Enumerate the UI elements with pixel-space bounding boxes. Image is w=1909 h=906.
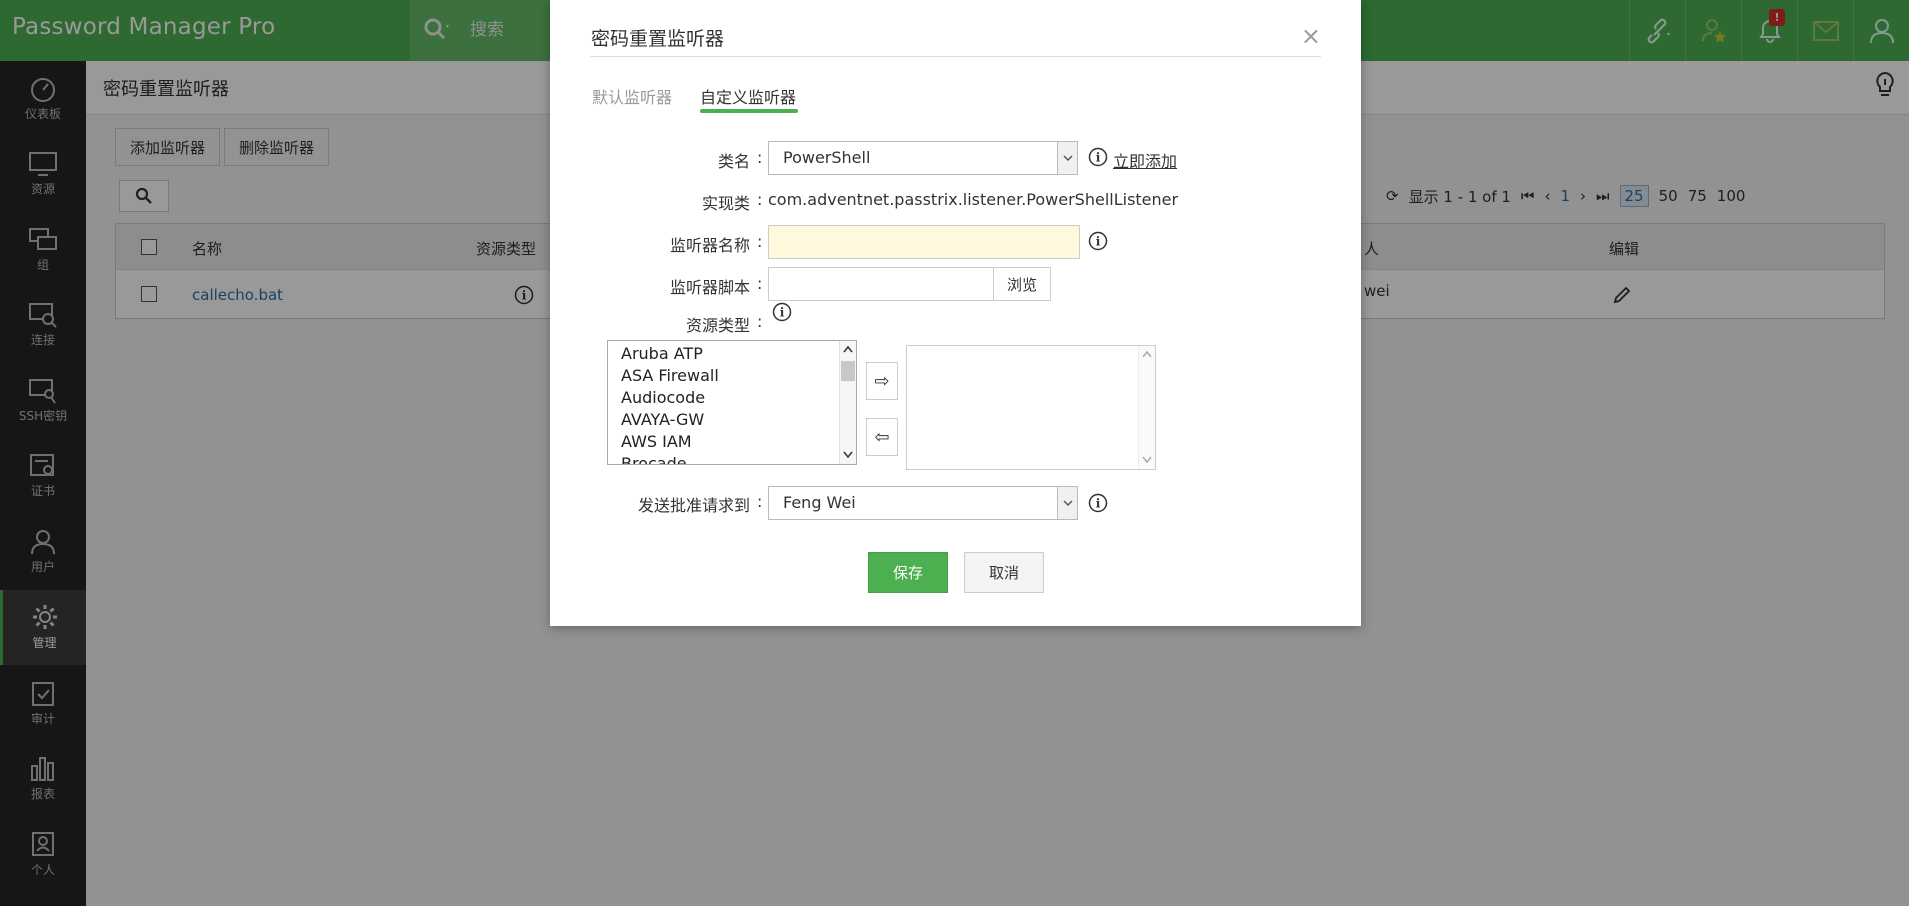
list-item[interactable]: Brocade [621,453,856,464]
available-resource-types-list[interactable]: Aruba ATP ASA Firewall Audiocode AVAYA-G… [607,340,857,465]
listener-dialog: 密码重置监听器 × 默认监听器 自定义监听器 类名 : PowerShell i… [550,0,1361,626]
approval-value: Feng Wei [783,493,856,512]
listener-script-label: 监听器脚本 [669,278,750,297]
svg-text:i: i [1096,151,1101,165]
svg-text:i: i [1096,235,1101,249]
tab-custom-listener[interactable]: 自定义监听器 [700,84,796,108]
colon: : [757,148,763,167]
arrow-right-icon: ⇨ [874,370,890,392]
svg-text:i: i [1096,497,1101,511]
svg-text:i: i [780,306,785,320]
class-name-value: PowerShell [783,148,871,167]
arrow-left-icon: ⇦ [874,426,890,448]
chevron-down-icon[interactable] [1142,456,1152,464]
colon: : [757,274,763,293]
colon: : [757,312,763,331]
save-button[interactable]: 保存 [868,552,948,593]
resource-type-label: 资源类型 [685,316,750,335]
active-tab-indicator [700,109,798,113]
move-left-button[interactable]: ⇦ [866,418,898,456]
chevron-down-icon[interactable] [1057,487,1077,519]
dialog-title: 密码重置监听器 [591,28,725,50]
info-icon[interactable]: i [1088,231,1108,251]
add-now-link[interactable]: 立即添加 [1113,148,1177,172]
impl-class-label: 实现类 [701,194,750,213]
tab-default-listener[interactable]: 默认监听器 [592,84,672,108]
approval-select[interactable]: Feng Wei [768,486,1078,520]
chevron-up-icon[interactable] [1142,350,1152,358]
list-item[interactable]: Audiocode [621,387,856,409]
move-right-button[interactable]: ⇨ [866,362,898,400]
colon: : [757,232,763,251]
listener-name-label: 监听器名称 [669,236,750,255]
chevron-down-icon[interactable] [843,451,853,459]
approval-label: 发送批准请求到 [637,496,750,515]
list-item[interactable]: AWS IAM [621,431,856,453]
list-item[interactable]: ASA Firewall [621,365,856,387]
listener-name-input[interactable] [768,225,1080,259]
impl-class-value: com.adventnet.passtrix.listener.PowerShe… [768,190,1179,209]
info-icon[interactable]: i [772,302,792,322]
chevron-up-icon[interactable] [843,345,853,353]
list-item[interactable]: AVAYA-GW [621,409,856,431]
listener-script-input[interactable] [768,267,994,301]
list-item[interactable]: Aruba ATP [621,343,856,365]
title-divider [590,56,1321,57]
info-icon[interactable]: i [1088,147,1108,167]
list-scrollbar[interactable] [839,341,856,464]
chevron-down-icon[interactable] [1057,142,1077,174]
class-name-label: 类名 [717,152,750,171]
list-scrollbar[interactable] [1138,346,1155,469]
class-name-select[interactable]: PowerShell [768,141,1078,175]
colon: : [757,492,763,511]
scroll-thumb[interactable] [841,361,855,381]
colon: : [757,190,763,209]
close-icon[interactable]: × [1301,22,1321,50]
selected-resource-types-list[interactable] [906,345,1156,470]
browse-button[interactable]: 浏览 [993,267,1051,301]
info-icon[interactable]: i [1088,493,1108,513]
cancel-button[interactable]: 取消 [964,552,1044,593]
